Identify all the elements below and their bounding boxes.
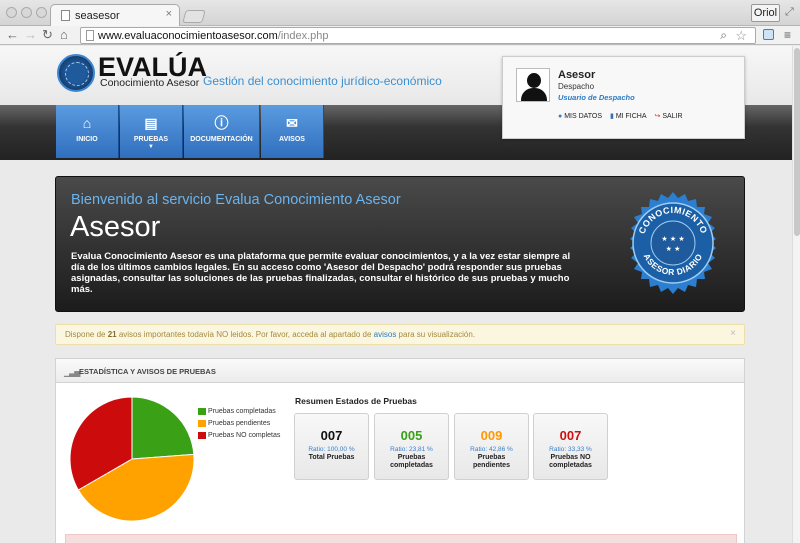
avatar (516, 68, 550, 102)
panel-header: ▁▃▅ ESTADÍSTICA Y AVISOS DE PRUEBAS (56, 359, 744, 383)
back-icon[interactable]: ← (6, 27, 19, 43)
tests-pie-chart (69, 396, 195, 522)
legend-label: Pruebas completadas (208, 408, 276, 415)
summary-title: Resumen Estados de Pruebas (295, 396, 417, 406)
stat-number: 007 (559, 428, 582, 443)
stat-card-pending: 009 Ratio: 42,86 % Pruebas pendientes (454, 413, 529, 480)
browser-tab[interactable]: seasesor × (50, 4, 180, 26)
logo-subtitle: Conocimiento Asesor (100, 77, 200, 89)
profile-button[interactable]: Oriol (751, 4, 780, 22)
stat-label: Pruebas completadas (390, 454, 433, 469)
my-sheet-link[interactable]: ▮ MI FICHA (610, 113, 647, 120)
banner-title: Asesor (70, 211, 161, 243)
page-scrollbar[interactable] (792, 46, 800, 543)
legend-swatch (198, 420, 206, 427)
legend-item: Pruebas pendientes (198, 419, 280, 431)
alert-text: Dispone de 21 avisos importantes todavía… (65, 330, 476, 339)
fullscreen-icon[interactable]: ⤢ (785, 6, 794, 19)
tab-close-icon[interactable]: × (166, 8, 172, 20)
svg-text:★ ★ ★: ★ ★ ★ (661, 235, 684, 243)
unread-notices-alert: Dispone de 21 avisos importantes todavía… (55, 324, 745, 345)
legend-item: Pruebas completadas (198, 407, 280, 419)
tab-title: seasesor (75, 10, 120, 22)
legend-label: Pruebas pendientes (208, 420, 271, 427)
person-icon: ● (558, 113, 563, 120)
chart-legend: Pruebas completadas Pruebas pendientes Pru… (198, 407, 280, 443)
chat-icon: ✉ (286, 115, 298, 131)
legend-label: Pruebas NO completas (208, 432, 281, 439)
nav-item-label: DOCUMENTACIÓN (190, 136, 253, 143)
address-bar[interactable]: www.evaluaconocimientoasesor.com/index.p… (80, 27, 756, 44)
legend-swatch (198, 432, 206, 439)
user-links: ● MIS DATOS ▮ MI FICHA ↪ SALIR (558, 112, 689, 120)
forward-icon[interactable]: → (24, 27, 37, 43)
search-icon[interactable]: ⌕ (720, 28, 727, 43)
nav-item-inicio[interactable]: ⌂ INICIO (56, 105, 119, 158)
incomplete-tests-bar (65, 534, 737, 543)
panel-title: ESTADÍSTICA Y AVISOS DE PRUEBAS (79, 367, 216, 376)
user-role: Usuario de Despacho (558, 93, 635, 102)
stats-panel: ▁▃▅ ESTADÍSTICA Y AVISOS DE PRUEBAS Prue… (55, 358, 745, 543)
scrollbar-thumb[interactable] (794, 48, 800, 236)
browser-menu-icon[interactable]: ≡ (784, 28, 791, 42)
caret-down-icon: ▼ (148, 144, 154, 150)
svg-text:★ ★: ★ ★ (666, 245, 681, 253)
stat-number: 005 (400, 428, 423, 443)
browser-tab-bar: seasesor × Oriol ⤢ (0, 0, 800, 26)
info-icon: ⓘ (214, 115, 229, 131)
folder-icon: ▤ (144, 115, 158, 131)
stat-ratio: Ratio: 33,33 % (549, 446, 592, 453)
maximize-window-button[interactable] (36, 7, 47, 18)
exit-icon: ↪ (654, 113, 661, 120)
pie-slice-0[interactable] (131, 396, 195, 460)
banner-description: Evalua Conocimiento Asesor es una plataf… (71, 251, 571, 295)
url-text[interactable]: www.evaluaconocimientoasesor.com/index.p… (98, 30, 329, 42)
bookmark-icon: ▮ (610, 113, 614, 120)
stat-ratio: Ratio: 42,86 % (470, 446, 513, 453)
legend-swatch (198, 408, 206, 415)
stat-ratio: Ratio: 100,00 % (308, 446, 355, 453)
seal-badge-icon: CONOCIMIENTO ASESOR DIARIO ★ ★ ★ ★ ★ (630, 192, 716, 294)
home-icon: ⌂ (82, 115, 92, 131)
welcome-heading: Bienvenido al servicio Evalua Conocimien… (71, 192, 401, 208)
site-tagline: Gestión del conocimiento jurídico-económ… (203, 74, 442, 88)
logout-link[interactable]: ↪ SALIR (655, 113, 683, 120)
page-content: EVALÚA Conocimiento Asesor Gestión del c… (0, 46, 792, 543)
user-organization: Despacho (558, 82, 595, 91)
my-data-link[interactable]: ● MIS DATOS (558, 113, 602, 120)
stat-card-incomplete: 007 Ratio: 33,33 % Pruebas NO completada… (533, 413, 608, 480)
nav-item-pruebas[interactable]: ▤ PRUEBAS ▼ (120, 105, 183, 158)
browser-toolbar: ← → ↻ ⌂ www.evaluaconocimientoasesor.com… (0, 26, 800, 45)
extension-icon[interactable] (763, 29, 774, 40)
legend-item: Pruebas NO completas (198, 431, 280, 443)
logo-badge-icon[interactable] (57, 54, 95, 92)
page-icon (86, 30, 94, 41)
nav-item-label: AVISOS (279, 136, 305, 143)
notices-link[interactable]: avisos (374, 330, 397, 339)
nav-item-documentacion[interactable]: ⓘ DOCUMENTACIÓN (184, 105, 260, 158)
stat-card-total: 007 Ratio: 100,00 % Total Pruebas (294, 413, 369, 480)
nav-item-avisos[interactable]: ✉ AVISOS (261, 105, 324, 158)
signal-bars-icon: ▁▃▅ (64, 368, 81, 377)
reload-icon[interactable]: ↻ (42, 27, 53, 43)
stat-label: Total Pruebas (308, 454, 355, 461)
nav-item-label: PRUEBAS (133, 136, 169, 143)
home-button-icon[interactable]: ⌂ (60, 27, 68, 43)
stat-ratio: Ratio: 23,81 % (390, 446, 433, 453)
user-name: Asesor (558, 69, 596, 81)
minimize-window-button[interactable] (21, 7, 32, 18)
close-window-button[interactable] (6, 7, 17, 18)
stat-label: Pruebas pendientes (473, 454, 510, 469)
close-icon[interactable]: × (730, 328, 736, 339)
stat-number: 009 (480, 428, 503, 443)
welcome-banner: Bienvenido al servicio Evalua Conocimien… (55, 176, 745, 312)
nav-item-label: INICIO (76, 136, 98, 143)
stat-number: 007 (320, 428, 343, 443)
stat-label: Pruebas NO completadas (549, 454, 592, 469)
bookmark-star-icon[interactable]: ☆ (735, 28, 747, 44)
new-tab-button[interactable] (182, 10, 206, 23)
stat-card-completed: 005 Ratio: 23,81 % Pruebas completadas (374, 413, 449, 480)
page-favicon-icon (61, 10, 70, 21)
user-panel: Asesor Despacho Usuario de Despacho ● MI… (502, 56, 745, 139)
